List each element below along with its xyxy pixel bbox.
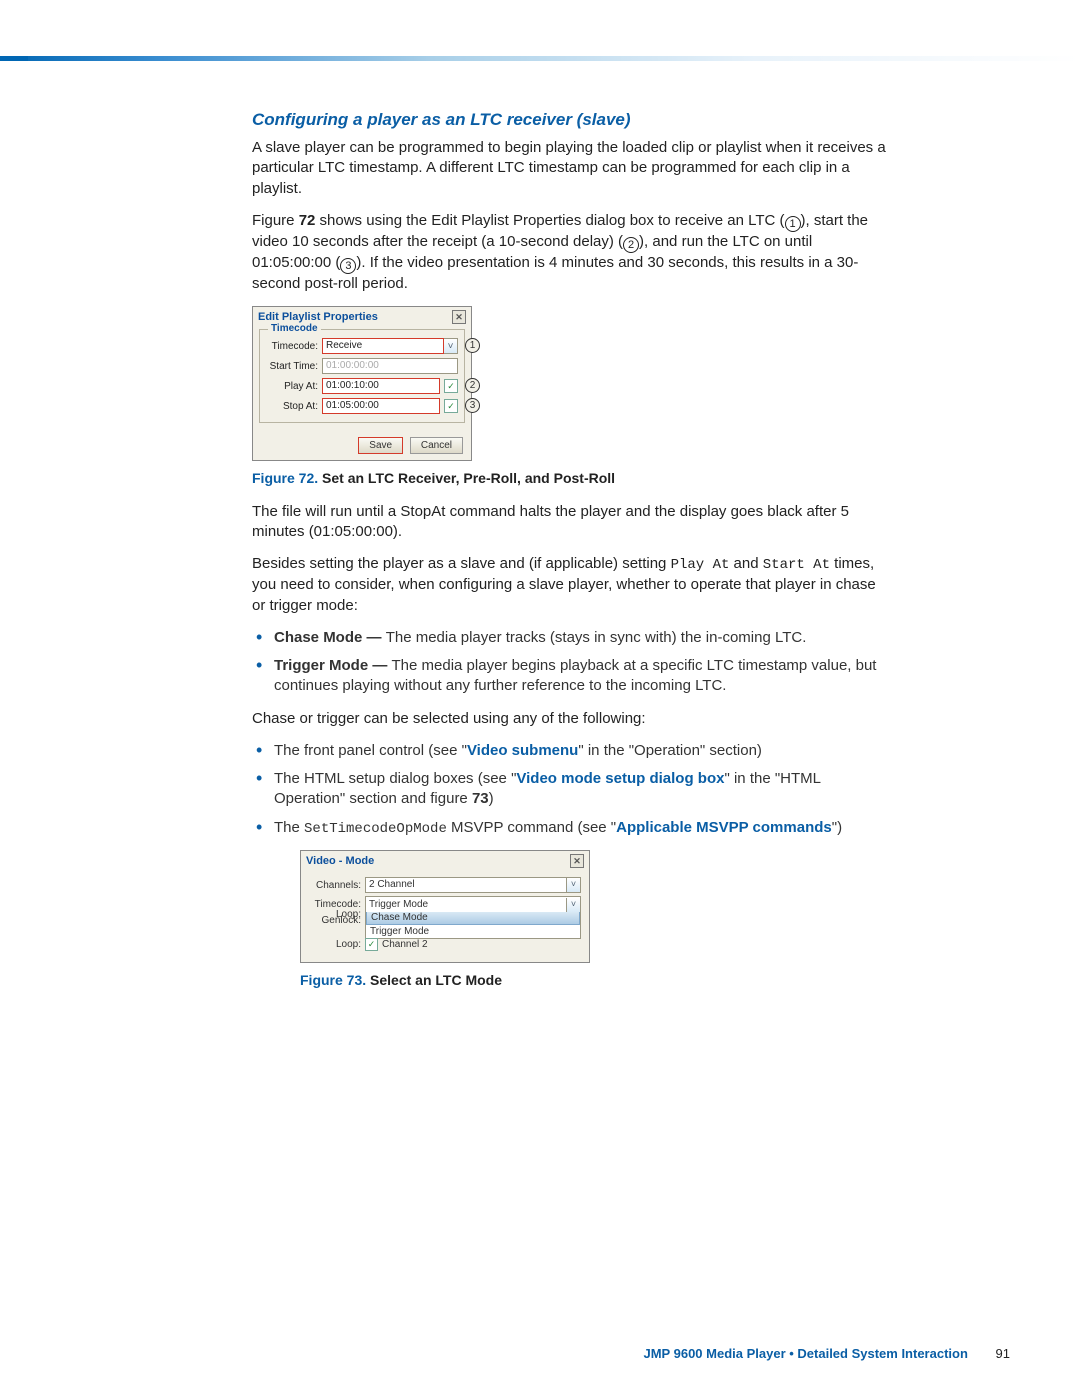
select-list: The front panel control (see "Video subm… [252,741,892,839]
stop-at-row: Stop At: 01:05:00:00 ✓ 3 [266,398,458,414]
chase-mode-label: Chase Mode — [274,629,386,646]
cancel-button[interactable]: Cancel [410,437,463,454]
page-footer: JMP 9600 Media Player • Detailed System … [0,1346,1010,1361]
text: ") [832,819,842,836]
figure-title: Select an LTC Mode [370,972,502,988]
channels-select[interactable]: 2 Channel ˅ [365,877,581,893]
dialog-titlebar: Video - Mode ✕ [301,851,589,871]
figure-72-caption: Figure 72. Set an LTC Receiver, Pre-Roll… [252,469,892,488]
callout-badge-1: 1 [465,338,480,353]
text: Besides setting the player as a slave an… [252,555,671,572]
text: and [729,555,762,572]
list-item-html-setup: The HTML setup dialog boxes (see "Video … [252,769,892,810]
text: MSVPP command (see " [447,819,616,836]
stop-at-checkbox[interactable]: ✓ [444,399,458,413]
loop-label: Loop: [309,909,365,920]
text: ) [489,790,494,807]
code-settimecodeopmode: SetTimecodeOpMode [304,821,447,837]
channels-value: 2 Channel [369,878,415,892]
paragraph-intro: A slave player can be programmed to begi… [252,138,892,199]
list-item-msvpp: The SetTimecodeOpMode MSVPP command (see… [252,818,892,839]
chase-mode-desc: The media player tracks (stays in sync w… [386,629,807,646]
play-at-label: Play At: [266,381,322,392]
list-item-front-panel: The front panel control (see "Video subm… [252,741,892,761]
timecode-value: Trigger Mode [369,898,428,912]
channels-row: Channels: 2 Channel ˅ [309,877,581,893]
section-heading: Configuring a player as an LTC receiver … [252,110,892,130]
trigger-mode-label: Trigger Mode — [274,657,392,674]
mode-list: Chase Mode — The media player tracks (st… [252,628,892,697]
figure-number: Figure 73. [300,972,370,988]
callout-badge-2: 2 [465,378,480,393]
list-item-chase: Chase Mode — The media player tracks (st… [252,628,892,648]
timecode-select[interactable]: Trigger Mode ˅ [365,896,581,912]
dialog-button-row: Save Cancel [253,433,471,460]
callout-badge-3: 3 [465,398,480,413]
text: shows using the Edit Playlist Properties… [315,212,784,229]
chevron-down-icon[interactable]: ˅ [566,878,580,892]
loop-channel2-checkbox[interactable]: ✓ [365,938,378,951]
chevron-down-icon[interactable]: ˅ [444,338,458,354]
callout-1-icon: 1 [785,216,801,232]
text: The [274,819,304,836]
stop-at-label: Stop At: [266,401,322,412]
text: The front panel control (see " [274,742,467,759]
edit-playlist-properties-dialog: Edit Playlist Properties ✕ Timecode Time… [252,306,472,461]
footer-title: JMP 9600 Media Player • Detailed System … [644,1346,968,1361]
timecode-fieldset: Timecode Timecode: Receive ˅ 1 Start Tim… [259,329,465,423]
timecode-row: Timecode: Receive ˅ 1 [266,338,458,354]
start-time-row: Start Time: 01:00:00:00 [266,358,458,374]
close-icon[interactable]: ✕ [452,310,466,324]
play-at-input[interactable]: 01:00:10:00 [322,378,440,394]
paragraph-stopat: The file will run until a StopAt command… [252,502,892,543]
fig-number-73-ref: 73 [472,790,489,807]
stop-at-input[interactable]: 01:05:00:00 [322,398,440,414]
save-button[interactable]: Save [358,437,403,454]
code-play-at: Play At [671,557,730,573]
page-top-accent [0,56,1080,61]
play-at-checkbox[interactable]: ✓ [444,379,458,393]
list-item-trigger: Trigger Mode — The media player begins p… [252,656,892,697]
paragraph-fig72-ref: Figure 72 shows using the Edit Playlist … [252,211,892,294]
paragraph-select-intro: Chase or trigger can be selected using a… [252,709,892,729]
loop-channel2-label: Channel 2 [382,939,428,950]
text: The HTML setup dialog boxes (see " [274,770,516,787]
page-content: Configuring a player as an LTC receiver … [252,110,892,1004]
page-number: 91 [996,1346,1010,1361]
text: Figure [252,212,299,229]
channels-label: Channels: [309,880,365,891]
code-start-at: Start At [763,557,830,573]
figure-number: Figure 72. [252,470,322,486]
msvpp-commands-link[interactable]: Applicable MSVPP commands [616,819,832,836]
figure-73-caption: Figure 73. Select an LTC Mode [300,971,892,990]
start-time-label: Start Time: [266,361,322,372]
paragraph-modes-intro: Besides setting the player as a slave an… [252,554,892,615]
timecode-label: Timecode: [309,899,365,910]
chevron-down-icon[interactable]: ˅ [566,898,580,912]
callout-2-icon: 2 [623,237,639,253]
text: " in the "Operation" section) [578,742,762,759]
video-submenu-link[interactable]: Video submenu [467,742,578,759]
callout-3-icon: 3 [340,258,356,274]
play-at-row: Play At: 01:00:10:00 ✓ 2 [266,378,458,394]
loop2-row: Loop: ✓ Channel 2 [309,938,581,951]
close-icon[interactable]: ✕ [570,854,584,868]
video-mode-dialog-link[interactable]: Video mode setup dialog box [516,770,724,787]
dialog-title: Video - Mode [306,855,374,867]
timecode-select[interactable]: Receive [322,338,444,354]
fig-number-72: 72 [299,212,316,229]
dialog-title: Edit Playlist Properties [258,311,378,323]
video-mode-dialog: Video - Mode ✕ Channels: 2 Channel ˅ Tim… [300,850,590,963]
loop2-label: Loop: [309,939,365,950]
timecode-label: Timecode: [266,341,322,352]
fieldset-legend: Timecode [268,323,321,334]
dialog-body: Channels: 2 Channel ˅ Timecode: Trigger … [301,871,589,962]
dropdown-option-trigger[interactable]: Trigger Mode [366,925,580,938]
figure-title: Set an LTC Receiver, Pre-Roll, and Post-… [322,470,615,486]
start-time-input: 01:00:00:00 [322,358,458,374]
